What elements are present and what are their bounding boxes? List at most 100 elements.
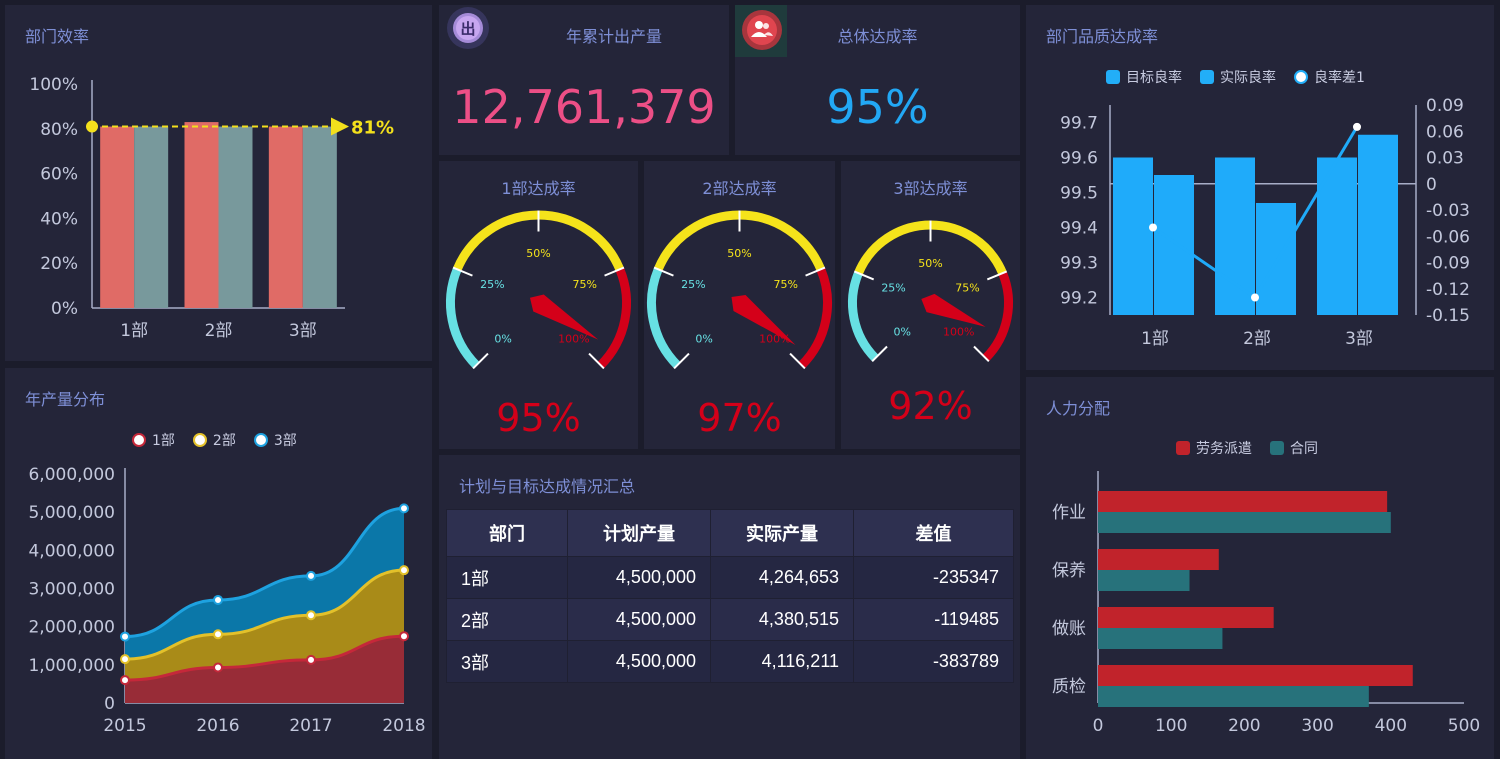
output-total-value: 12,761,379 bbox=[452, 80, 716, 134]
cell: -383789 bbox=[853, 640, 1014, 683]
y2-tick-label: -0.06 bbox=[1426, 227, 1470, 247]
data-point bbox=[399, 503, 409, 514]
manpower-panel: 人力分配 劳务派遣 合同 0 100 200 300 400 500 作业 保养 做账 质检 bbox=[1026, 377, 1494, 759]
quality-chart: 99.2 99.3 99.4 99.5 99.6 99.7 -0.15 -0.12 -0.09 -… bbox=[1060, 96, 1470, 349]
overall-rate-value: 95% bbox=[826, 80, 929, 134]
bar bbox=[218, 126, 253, 308]
cell: 4,500,000 bbox=[567, 556, 711, 599]
gauge-tick-label: 0% bbox=[695, 332, 712, 345]
data-point bbox=[306, 654, 316, 665]
gauge-tick-label: 75% bbox=[955, 282, 979, 295]
bar bbox=[1098, 491, 1388, 512]
gauge-band-high bbox=[982, 271, 1013, 362]
data-point bbox=[399, 631, 409, 642]
col-diff[interactable]: 差值 bbox=[853, 509, 1014, 557]
table-row[interactable]: 1部 4,500,000 4,264,653 -235347 bbox=[446, 556, 1014, 599]
x-tick-label: 2016 bbox=[196, 716, 239, 736]
x-tick-label: 2015 bbox=[103, 716, 146, 736]
y-tick-label: 5,000,000 bbox=[28, 503, 115, 523]
markline-label: 81% bbox=[351, 118, 394, 139]
x-tick-label: 400 bbox=[1375, 716, 1407, 736]
gauge-tick-label: 25% bbox=[480, 278, 504, 291]
gauge-tick-label: 50% bbox=[918, 257, 942, 270]
y-tick-label: 作业 bbox=[1052, 503, 1086, 523]
y-tick-label: 40% bbox=[40, 209, 78, 229]
x-tick-label: 500 bbox=[1448, 716, 1480, 736]
gauge-band-low bbox=[848, 271, 879, 362]
gauge-tick-label: 100% bbox=[943, 325, 974, 338]
gauge-tick-label: 100% bbox=[558, 332, 589, 345]
y-tick-label: 99.4 bbox=[1060, 219, 1098, 239]
summary-panel: 计划与目标达成情况汇总 部门 计划产量 实际产量 差值 1部 4,500,000… bbox=[439, 455, 1020, 759]
efficiency-chart: 0% 20% 40% 60% 80% 100% 1部 2部 3部 81% bbox=[29, 75, 394, 341]
data-point bbox=[213, 629, 223, 640]
y2-tick-label: -0.03 bbox=[1426, 201, 1470, 221]
y2-tick-label: 0.06 bbox=[1426, 122, 1464, 142]
y-tick-label: 3,000,000 bbox=[28, 580, 115, 600]
y-tick-label: 80% bbox=[40, 120, 78, 140]
y2-tick-label: 0 bbox=[1426, 175, 1437, 195]
y-tick-label: 99.7 bbox=[1060, 114, 1098, 134]
diff-point bbox=[1353, 122, 1361, 131]
cell: 4,500,000 bbox=[567, 640, 711, 683]
gauge-band-low bbox=[446, 267, 480, 369]
data-point bbox=[213, 662, 223, 673]
manpower-chart: 0 100 200 300 400 500 作业保养做账质检 bbox=[1052, 471, 1480, 736]
bar bbox=[1098, 686, 1369, 707]
cell: 4,116,211 bbox=[710, 640, 854, 683]
cell: 2部 bbox=[446, 598, 568, 641]
cell: -119485 bbox=[853, 598, 1014, 641]
bar bbox=[1113, 157, 1153, 315]
gauge-band-high bbox=[597, 267, 631, 369]
col-actual[interactable]: 实际产量 bbox=[710, 509, 854, 557]
col-dept[interactable]: 部门 bbox=[446, 509, 568, 557]
x-tick-label: 1部 bbox=[1141, 329, 1169, 349]
bar bbox=[1358, 134, 1398, 315]
gauge-panel-2: 2部达成率 0% 25% 50% 75% 100% 97% bbox=[644, 161, 835, 449]
gauge-tick-label: 75% bbox=[773, 278, 797, 291]
gauge-tick-label: 25% bbox=[681, 278, 705, 291]
bar bbox=[100, 126, 135, 308]
y2-tick-label: 0.03 bbox=[1426, 149, 1464, 169]
table-row[interactable]: 3部 4,500,000 4,116,211 -383789 bbox=[446, 640, 1014, 683]
col-plan[interactable]: 计划产量 bbox=[567, 509, 711, 557]
bar bbox=[1215, 157, 1255, 315]
y-tick-label: 4,000,000 bbox=[28, 541, 115, 561]
overall-rate-panel: 总体达成率 95% bbox=[735, 5, 1020, 155]
table-row[interactable]: 2部 4,500,000 4,380,515 -119485 bbox=[446, 598, 1014, 641]
x-tick-label: 1部 bbox=[120, 321, 148, 341]
x-tick-label: 0 bbox=[1093, 716, 1104, 736]
y2-tick-label: -0.15 bbox=[1426, 306, 1470, 326]
bar bbox=[1154, 175, 1194, 315]
bar bbox=[134, 126, 169, 308]
gauge-tick-label: 0% bbox=[893, 325, 910, 338]
output-total-title: 年累计出产量 bbox=[565, 27, 662, 46]
x-tick-label: 2部 bbox=[205, 321, 233, 341]
x-tick-label: 2018 bbox=[382, 716, 425, 736]
gauge-tick-label: 50% bbox=[526, 247, 550, 260]
bar bbox=[1098, 570, 1190, 591]
bar bbox=[1098, 665, 1413, 686]
y-tick-label: 0 bbox=[104, 694, 115, 714]
gauge-tick-label: 25% bbox=[881, 282, 905, 295]
x-tick-label: 3部 bbox=[289, 321, 317, 341]
x-tick-label: 3部 bbox=[1345, 329, 1373, 349]
data-point bbox=[120, 654, 130, 665]
y-tick-label: 20% bbox=[40, 254, 78, 274]
data-point bbox=[306, 570, 316, 581]
cell: 1部 bbox=[446, 556, 568, 599]
bar bbox=[1098, 549, 1219, 570]
cell: 4,500,000 bbox=[567, 598, 711, 641]
y-tick-label: 1,000,000 bbox=[28, 656, 115, 676]
bar bbox=[1098, 628, 1223, 649]
x-tick-label: 300 bbox=[1301, 716, 1333, 736]
x-tick-label: 2部 bbox=[1243, 329, 1271, 349]
bar bbox=[184, 122, 219, 308]
y-tick-label: 2,000,000 bbox=[28, 618, 115, 638]
cell: 3部 bbox=[446, 640, 568, 683]
gauge-3-chart: 0% 25% 50% 75% 100% 92% bbox=[848, 220, 1013, 428]
y-tick-label: 质检 bbox=[1052, 677, 1086, 697]
bar bbox=[1098, 512, 1391, 533]
x-tick-label: 200 bbox=[1228, 716, 1260, 736]
efficiency-panel: 部门效率 0% 20% 40% 60% 80% 100% 1部 2部 3部 81% bbox=[5, 5, 432, 361]
